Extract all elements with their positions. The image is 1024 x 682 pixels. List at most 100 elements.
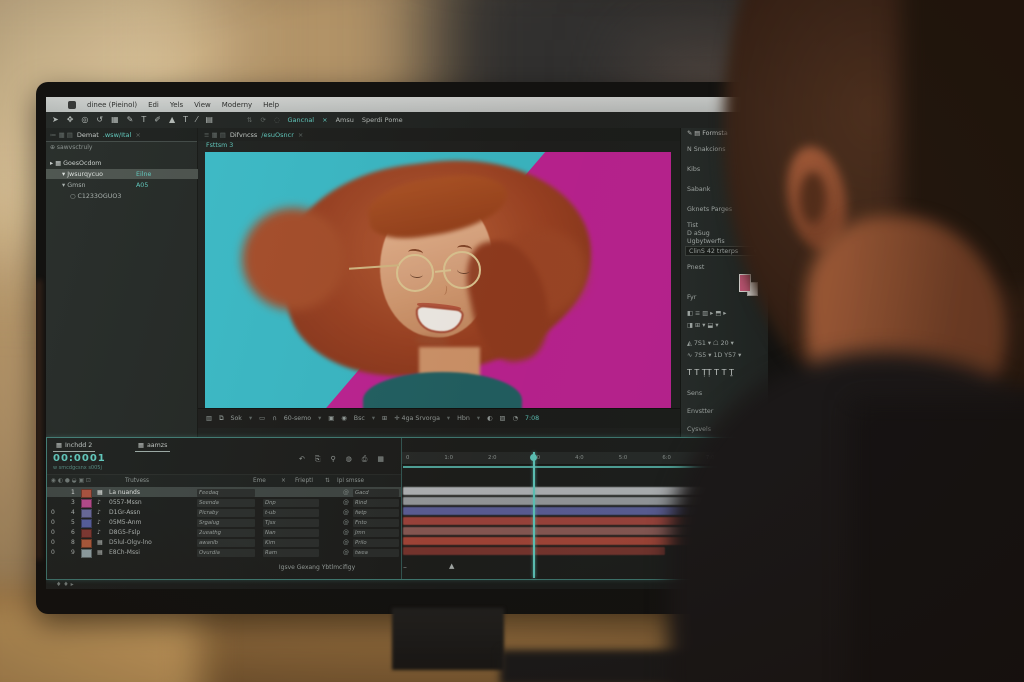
layer-row-7[interactable]: 0 9 ▦ E8Ch-Mssi Ovurdia Ram @ twea <box>47 547 401 557</box>
pencil-tool-icon[interactable]: ✐ <box>154 116 161 124</box>
layer-row-3[interactable]: 0 4 ♪ D1Gr-Assn Picraby t-ub @ fwtp <box>47 507 401 517</box>
layer-parent-dropdown[interactable]: Rind <box>353 499 399 507</box>
rotate-tool-icon[interactable]: ↺ <box>96 116 103 124</box>
viewer-tool-9[interactable]: ▣ <box>328 415 334 422</box>
menu-item-edit[interactable]: Edi <box>148 101 159 109</box>
viewer-tool-6[interactable]: ∩ <box>272 415 277 422</box>
workspace-close-icon[interactable]: × <box>322 116 327 124</box>
menu-item-moderny[interactable]: Moderny <box>222 101 252 109</box>
snap-icon[interactable]: ⚲ <box>330 455 335 464</box>
viewer-tool-13[interactable]: ⊞ <box>382 415 387 422</box>
tree-group-row[interactable]: ▾ Gmsn A05 <box>46 180 213 190</box>
tree-group-label[interactable]: Gmsn <box>67 182 85 189</box>
viewer-tool-17[interactable]: ▾ <box>477 415 480 422</box>
section-cysvels[interactable]: Cysvels <box>687 426 711 433</box>
type-tool-icon[interactable]: T <box>141 116 146 124</box>
menu-item-view[interactable]: View <box>194 101 211 109</box>
char-stat-row-1[interactable]: ◭ 7S1 ▾ ☖ 20 ▾ <box>687 340 734 347</box>
layer-parent-dropdown[interactable]: Prilo <box>353 539 399 547</box>
char-icon-grid-row-1[interactable]: ◧ ≡ ▥ ▸ ⬒ ▸ <box>687 310 726 317</box>
tree-root-label[interactable]: GoesOcdom <box>63 160 101 167</box>
motion-blur-icon[interactable]: ◍ <box>346 455 352 464</box>
viewer-tool-18[interactable]: ◐ <box>487 415 493 422</box>
layer-av-toggle[interactable]: 0 <box>51 519 55 526</box>
char-stat-row-2[interactable]: ∿ 7S5 ▾ 1D Y57 ▾ <box>687 352 741 359</box>
chart-icon[interactable]: ▦ <box>377 455 384 464</box>
viewer-tool-19[interactable]: ▨ <box>500 415 506 422</box>
layer-parent-dropdown[interactable]: twea <box>353 549 399 557</box>
panel-menu-icons[interactable]: ≔ ▦ ▤ <box>50 131 73 139</box>
screen-bottom-icons[interactable]: ♦ ♦ ▸ <box>56 581 74 588</box>
viewer-tool-4[interactable]: ▾ <box>249 415 252 422</box>
layer-duration-bar-2[interactable] <box>403 497 759 505</box>
viewer-tool-20[interactable]: ◔ <box>512 415 518 422</box>
layer-mode-dropdown[interactable]: awanlb <box>197 539 255 547</box>
project-tab-close-icon[interactable]: × <box>135 131 140 139</box>
viewer-zoom-level[interactable]: 60-semo <box>284 415 311 422</box>
caret-down-icon[interactable]: ▾ <box>62 171 65 178</box>
project-filter[interactable]: ⊕ sawvsctruly <box>50 144 92 151</box>
menu-item-yels[interactable]: Yels <box>170 101 183 109</box>
layer-mode-dropdown[interactable]: Ovurdia <box>197 549 255 557</box>
zoom-tool-icon[interactable]: ◎ <box>81 116 88 124</box>
parent-pickwhip-icon[interactable]: @ <box>343 489 349 496</box>
layer-trkmat-dropdown[interactable]: Kim <box>263 539 319 547</box>
viewer-tool-2[interactable]: ⧉ <box>219 415 224 423</box>
project-tab-suffix[interactable]: .wsw/Ital <box>103 131 132 139</box>
layer-trkmat-dropdown[interactable]: t-ub <box>263 509 319 517</box>
parent-pickwhip-icon[interactable]: @ <box>343 509 349 516</box>
viewer-tool-14[interactable]: ✛ 4ga Srvorga <box>394 415 440 422</box>
puppet-tool-icon[interactable]: ▤ <box>205 116 213 124</box>
layer-trkmat-dropdown[interactable]: Ram <box>263 549 319 557</box>
timeline-tab-2[interactable]: ▦ aamzs <box>135 440 170 452</box>
viewer-tool-3[interactable]: Sok <box>230 415 242 422</box>
menu-app-title[interactable]: dinee (Pieinol) <box>87 101 137 109</box>
section-gknets[interactable]: Gknets Parges <box>687 206 732 213</box>
layer-av-toggle[interactable]: 0 <box>51 549 55 556</box>
layer-name[interactable]: 05M5-Anm <box>109 519 141 526</box>
playhead[interactable] <box>533 452 535 578</box>
work-area-bar[interactable] <box>403 466 759 468</box>
layer-row-6[interactable]: 0 8 ▦ D5lul-Olgv-lno awanlb Kim @ Prilo <box>47 537 401 547</box>
viewer-tab-suffix[interactable]: /esuOsncr <box>261 131 294 139</box>
mask-tool-icon[interactable]: ▦ <box>111 116 119 124</box>
layer-name[interactable]: D8G5-Fslp <box>109 529 140 536</box>
menu-item-help[interactable]: Help <box>263 101 279 109</box>
time-ruler[interactable]: 0 1:0 2:0 3:0 4:0 5:0 6:0 7:0 8:0 <box>402 452 762 465</box>
layer-trkmat-dropdown[interactable]: Nan <box>263 529 319 537</box>
properties-header-icons[interactable]: ✎ ▤ <box>687 130 700 137</box>
parent-pickwhip-icon[interactable]: @ <box>343 529 349 536</box>
layer-mode-dropdown[interactable]: 2ueathg <box>197 529 255 537</box>
timecode[interactable]: 00:0001 <box>53 453 106 464</box>
section-sens[interactable]: Sens <box>687 390 702 397</box>
char-icon-grid-row-2[interactable]: ◨ ⊞ ▾ ⬓ ▾ <box>687 322 719 329</box>
layer-mode-dropdown[interactable]: Srgalug <box>197 519 255 527</box>
timeline-tab-1[interactable]: ▦ Inchdd 2 <box>53 440 95 452</box>
tree-selected-row[interactable]: ▾ Jwsurqycuo Eilne <box>46 169 213 179</box>
trkmat-header[interactable]: Frieptl <box>295 478 313 484</box>
selection-tool-icon[interactable]: ➤ <box>52 116 59 124</box>
viewer-tool-10[interactable]: ◉ <box>341 415 347 422</box>
layer-duration-bar-4[interactable] <box>403 517 749 525</box>
layer-name[interactable]: D5lul-Olgv-lno <box>109 539 152 546</box>
layer-av-toggle[interactable]: 0 <box>51 529 55 536</box>
hand-tool-icon[interactable]: ✥ <box>67 116 74 124</box>
tree-item-label[interactable]: C1233OGUO3 <box>78 193 122 200</box>
layer-duration-bar-1[interactable] <box>403 487 759 495</box>
viewer-tool-15[interactable]: ▾ <box>447 415 450 422</box>
section-envstter[interactable]: Envstter <box>687 408 713 415</box>
mode-header[interactable]: Eme <box>253 478 266 484</box>
viewer-panel-icons[interactable]: ≡ ▦ ▤ <box>204 131 226 139</box>
layer-parent-dropdown[interactable]: Fnto <box>353 519 399 527</box>
section-sabank[interactable]: Sabank <box>687 186 710 193</box>
layer-duration-bar-5[interactable] <box>403 527 753 535</box>
undo-icon[interactable]: ↶ <box>299 455 305 464</box>
graph-icon[interactable]: ⎙ <box>362 455 368 464</box>
viewer-tool-5[interactable]: ▭ <box>259 415 265 422</box>
layer-name[interactable]: D1Gr-Assn <box>109 509 140 516</box>
layer-row-1[interactable]: 1 ▦ La nuands Feedaq @ Gacd <box>47 487 401 497</box>
layer-duration-bar-3[interactable] <box>403 507 753 515</box>
triangle-up-icon[interactable]: ▲ <box>449 562 454 570</box>
parent-pickwhip-icon[interactable]: @ <box>343 499 349 506</box>
text-style-buttons[interactable]: T T ṬṬ T T Ṯ <box>687 368 734 377</box>
